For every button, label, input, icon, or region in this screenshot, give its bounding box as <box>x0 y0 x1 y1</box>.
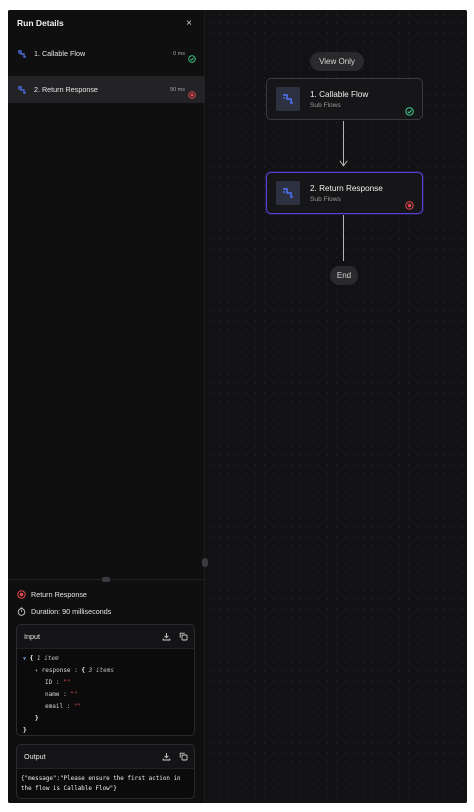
close-button[interactable]: × <box>183 18 195 29</box>
copy-icon[interactable] <box>179 632 188 641</box>
node-subtitle: Sub Flows <box>310 195 341 203</box>
output-title: Output <box>24 752 46 761</box>
json-field-email: email : "" <box>45 703 82 710</box>
panel-title: Run Details <box>17 18 64 28</box>
detail-status: Return Response <box>17 588 87 600</box>
connector-line <box>343 215 344 261</box>
input-title: Input <box>24 632 40 641</box>
connector-line <box>343 121 344 165</box>
flow-step-icon <box>17 85 27 95</box>
check-circle-icon <box>188 50 196 63</box>
step-label: 2. Return Response <box>34 85 98 94</box>
run-details-window: Run Details × 1. Callable Flow 0 ms 2. R… <box>8 10 467 803</box>
output-text: {"message":"Please ensure the first acti… <box>21 776 185 792</box>
flow-step-icon <box>17 49 27 59</box>
detail-duration-label: Duration: 90 milliseconds <box>31 606 112 616</box>
step-duration: 90 ms <box>170 86 185 93</box>
error-circle-icon <box>17 589 26 599</box>
download-icon[interactable] <box>162 632 171 641</box>
flow-node-return-response[interactable]: 2. Return Response Sub Flows <box>266 172 423 214</box>
sub-flow-icon <box>276 87 300 111</box>
run-details-panel: Run Details × 1. Callable Flow 0 ms 2. R… <box>8 10 205 803</box>
node-title: 2. Return Response <box>310 183 383 193</box>
step-duration: 0 ms <box>173 50 185 57</box>
detail-duration: Duration: 90 milliseconds <box>17 605 111 617</box>
stopwatch-icon <box>17 607 26 616</box>
check-circle-icon <box>405 103 414 116</box>
input-json-tree: ▼ { 1 item ▾ response : { 3 items ID : "… <box>17 649 194 735</box>
end-node: End <box>330 266 358 285</box>
vertical-resize-handle[interactable] <box>102 577 110 582</box>
json-field-id: ID : "" <box>45 679 71 686</box>
step-row-callable-flow[interactable]: 1. Callable Flow 0 ms <box>8 40 205 67</box>
output-panel: Output {"message":"Please ensure the fir… <box>16 744 195 799</box>
node-title: 1. Callable Flow <box>310 89 369 99</box>
step-label: 1. Callable Flow <box>34 49 86 58</box>
copy-icon[interactable] <box>179 752 188 761</box>
json-root-line[interactable]: ▼ { 1 item <box>23 653 188 665</box>
panel-header: Run Details × <box>8 10 205 36</box>
error-circle-icon <box>188 86 196 99</box>
flow-node-callable-flow[interactable]: 1. Callable Flow Sub Flows <box>266 78 423 120</box>
error-circle-icon <box>405 197 414 210</box>
sub-flow-icon <box>276 181 300 205</box>
detail-status-label: Return Response <box>31 589 87 599</box>
node-subtitle: Sub Flows <box>310 101 341 109</box>
output-panel-header: Output <box>17 745 194 769</box>
flow-canvas[interactable] <box>206 10 467 803</box>
json-close-inner: } <box>35 715 39 722</box>
step-row-return-response[interactable]: 2. Return Response 90 ms <box>8 76 205 103</box>
arrow-down-icon <box>339 160 348 167</box>
horizontal-resize-handle[interactable] <box>202 558 208 567</box>
json-field-name: name : "" <box>45 691 78 698</box>
json-close-outer: } <box>23 727 27 734</box>
input-panel: Input ▼ { 1 item ▾ response : { 3 items <box>16 624 195 736</box>
view-only-badge: View Only <box>310 52 364 71</box>
download-icon[interactable] <box>162 752 171 761</box>
input-panel-header: Input <box>17 625 194 649</box>
json-response-line[interactable]: ▾ response : { 3 items <box>23 665 188 677</box>
